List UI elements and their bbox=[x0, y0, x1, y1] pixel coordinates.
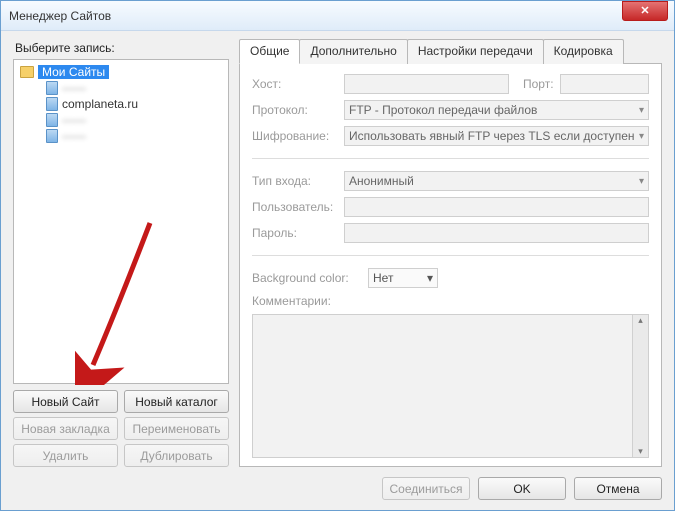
window-title: Менеджер Сайтов bbox=[9, 9, 111, 23]
protocol-label: Протокол: bbox=[252, 103, 338, 117]
server-icon bbox=[46, 81, 58, 95]
port-input[interactable] bbox=[560, 74, 649, 94]
general-panel: Хост: Порт: Протокол: FTP - Протокол пер… bbox=[239, 63, 662, 467]
comments-label: Комментарии: bbox=[252, 294, 362, 308]
password-input[interactable] bbox=[344, 223, 649, 243]
divider bbox=[252, 158, 649, 159]
cancel-button[interactable]: Отмена bbox=[574, 477, 662, 500]
chevron-down-icon: ▾ bbox=[639, 131, 644, 142]
tab-general[interactable]: Общие bbox=[239, 39, 300, 64]
server-icon bbox=[46, 113, 58, 127]
folder-icon bbox=[20, 66, 34, 78]
user-input[interactable] bbox=[344, 197, 649, 217]
tab-charset[interactable]: Кодировка bbox=[543, 39, 624, 64]
comments-textarea[interactable]: ▴ ▾ bbox=[252, 314, 649, 458]
tree-site-item[interactable]: —— bbox=[44, 112, 226, 128]
encryption-label: Шифрование: bbox=[252, 129, 338, 143]
bgcolor-select[interactable]: Нет ▾ bbox=[368, 268, 438, 288]
new-bookmark-button[interactable]: Новая закладка bbox=[13, 417, 118, 440]
right-panel: Общие Дополнительно Настройки передачи К… bbox=[239, 39, 662, 467]
dialog-footer: Соединиться OK Отмена bbox=[13, 467, 662, 500]
chevron-down-icon: ▾ bbox=[639, 176, 644, 187]
new-folder-button[interactable]: Новый каталог bbox=[124, 390, 229, 413]
logon-type-select[interactable]: Анонимный ▾ bbox=[344, 171, 649, 191]
encryption-select[interactable]: Использовать явный FTP через TLS если до… bbox=[344, 126, 649, 146]
tree-root[interactable]: Мои Сайты bbox=[16, 64, 226, 80]
chevron-down-icon: ▾ bbox=[427, 271, 433, 285]
host-label: Хост: bbox=[252, 77, 338, 91]
tab-advanced[interactable]: Дополнительно bbox=[299, 39, 407, 64]
select-entry-label: Выберите запись: bbox=[15, 41, 229, 55]
new-site-button[interactable]: Новый Сайт bbox=[13, 390, 118, 413]
host-input[interactable] bbox=[344, 74, 509, 94]
tree-site-label: —— bbox=[62, 81, 86, 95]
bgcolor-value: Нет bbox=[373, 271, 393, 285]
tab-transfer[interactable]: Настройки передачи bbox=[407, 39, 544, 64]
tree-site-label: —— bbox=[62, 129, 86, 143]
port-label: Порт: bbox=[523, 77, 554, 91]
tree-site-label: complaneta.ru bbox=[62, 97, 138, 111]
protocol-select[interactable]: FTP - Протокол передачи файлов ▾ bbox=[344, 100, 649, 120]
protocol-value: FTP - Протокол передачи файлов bbox=[349, 103, 537, 117]
server-icon bbox=[46, 129, 58, 143]
tab-bar: Общие Дополнительно Настройки передачи К… bbox=[239, 39, 662, 64]
left-buttons: Новый Сайт Новый каталог Новая закладка … bbox=[13, 390, 229, 467]
tree-site-item[interactable]: complaneta.ru bbox=[44, 96, 226, 112]
left-panel: Выберите запись: Мои Сайты —— complaneta… bbox=[13, 39, 229, 467]
divider bbox=[252, 255, 649, 256]
scroll-down-icon: ▾ bbox=[638, 446, 643, 457]
logon-type-value: Анонимный bbox=[349, 174, 414, 188]
encryption-value: Использовать явный FTP через TLS если до… bbox=[349, 129, 635, 143]
close-icon: ✕ bbox=[640, 4, 649, 17]
tree-site-item[interactable]: —— bbox=[44, 128, 226, 144]
ok-button[interactable]: OK bbox=[478, 477, 566, 500]
bgcolor-label: Background color: bbox=[252, 271, 362, 285]
logon-type-label: Тип входа: bbox=[252, 174, 338, 188]
content-area: Выберите запись: Мои Сайты —— complaneta… bbox=[1, 31, 674, 510]
password-label: Пароль: bbox=[252, 226, 338, 240]
scroll-up-icon: ▴ bbox=[638, 315, 643, 326]
close-button[interactable]: ✕ bbox=[622, 1, 668, 21]
tree-root-label: Мои Сайты bbox=[38, 65, 109, 79]
rename-button[interactable]: Переименовать bbox=[124, 417, 229, 440]
tree-site-item[interactable]: —— bbox=[44, 80, 226, 96]
tree-site-label: —— bbox=[62, 113, 86, 127]
scrollbar[interactable]: ▴ ▾ bbox=[632, 315, 648, 457]
titlebar: Менеджер Сайтов ✕ bbox=[1, 1, 674, 31]
site-manager-window: Менеджер Сайтов ✕ Выберите запись: Мои С… bbox=[0, 0, 675, 511]
site-tree[interactable]: Мои Сайты —— complaneta.ru —— bbox=[13, 59, 229, 384]
delete-button[interactable]: Удалить bbox=[13, 444, 118, 467]
chevron-down-icon: ▾ bbox=[639, 105, 644, 116]
duplicate-button[interactable]: Дублировать bbox=[124, 444, 229, 467]
server-icon bbox=[46, 97, 58, 111]
connect-button[interactable]: Соединиться bbox=[382, 477, 470, 500]
user-label: Пользователь: bbox=[252, 200, 338, 214]
